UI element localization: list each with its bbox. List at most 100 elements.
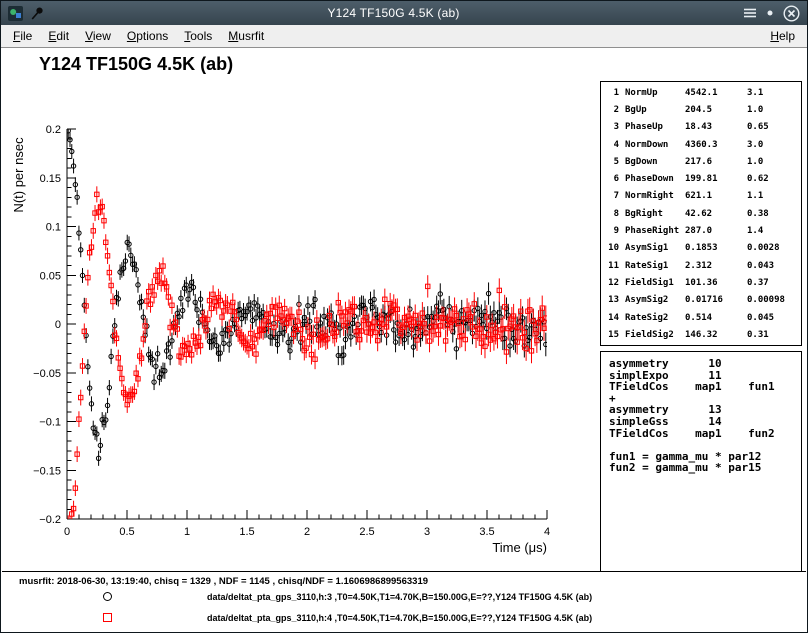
svg-text:0.15: 0.15 [40, 173, 61, 185]
param-name: AsymSig2 [625, 295, 685, 305]
window-menu-icon[interactable] [743, 7, 757, 19]
param-no: 3 [605, 122, 619, 132]
param-no: 4 [605, 140, 619, 150]
param-no: 1 [605, 88, 619, 98]
param-error: 0.62 [747, 174, 801, 184]
param-value: 204.5 [685, 105, 747, 115]
parameter-row: 2BgUp204.51.0 [605, 101, 801, 118]
app-icon[interactable] [8, 6, 23, 21]
param-value: 0.01716 [685, 295, 747, 305]
svg-text:0.2: 0.2 [46, 124, 61, 136]
param-value: 217.6 [685, 157, 747, 167]
minimize-button[interactable] [766, 9, 774, 17]
legend-row: data/deltat_pta_gps_3110,h:4 ,T0=4.50K,T… [2, 609, 806, 627]
svg-text:−0.15: −0.15 [33, 465, 61, 477]
param-no: 12 [605, 278, 619, 288]
svg-text:0: 0 [64, 526, 70, 538]
parameter-row: 3PhaseUp18.430.65 [605, 119, 801, 136]
square-marker-icon [103, 613, 112, 622]
fit-stats: musrfit: 2018-06-30, 13:19:40, chisq = 1… [19, 576, 428, 587]
param-value: 42.62 [685, 209, 747, 219]
menu-item-help[interactable]: Help [762, 26, 803, 46]
parameter-row: 13 AsymSig20.017160.00098 [605, 292, 801, 309]
param-error: 0.00098 [747, 295, 801, 305]
parameter-row: 11RateSig12.3120.043 [605, 257, 801, 274]
svg-text:0.1: 0.1 [46, 222, 61, 234]
param-value: 146.32 [685, 330, 747, 340]
param-value: 2.312 [685, 261, 747, 271]
param-no: 15 [605, 330, 619, 340]
param-error: 1.0 [747, 157, 801, 167]
param-name: RateSig2 [625, 313, 685, 323]
param-error: 0.65 [747, 122, 801, 132]
circle-marker-icon [103, 592, 112, 601]
param-no: 6 [605, 174, 619, 184]
parameter-row: 10AsymSig10.18530.0028 [605, 240, 801, 257]
param-name: NormUp [625, 88, 685, 98]
close-button[interactable] [783, 5, 800, 22]
param-no: 7 [605, 191, 619, 201]
svg-text:0.5: 0.5 [119, 526, 134, 538]
window-title: Y124 TF150G 4.5K (ab) [51, 6, 736, 20]
menu-item-options[interactable]: Options [119, 26, 176, 46]
menubar: FileEditViewOptionsToolsMusrfit Help [1, 25, 807, 48]
menu-item-musrfit[interactable]: Musrfit [220, 26, 272, 46]
svg-text:3.5: 3.5 [479, 526, 494, 538]
svg-text:1: 1 [184, 526, 190, 538]
parameter-row: 9PhaseRight287.01.4 [605, 222, 801, 239]
param-name: BgDown [625, 157, 685, 167]
param-error: 0.043 [747, 261, 801, 271]
param-error: 3.1 [747, 88, 801, 98]
param-no: 10 [605, 243, 619, 253]
param-name: BgUp [625, 105, 685, 115]
param-name: PhaseDown [625, 174, 685, 184]
pin-icon[interactable] [30, 6, 44, 21]
param-error: 1.4 [747, 226, 801, 236]
menu-item-file[interactable]: File [5, 26, 40, 46]
parameter-row: 8 BgRight42.620.38 [605, 205, 801, 222]
parameter-row: 6 PhaseDown199.810.62 [605, 170, 801, 187]
svg-text:−0.1: −0.1 [39, 417, 61, 429]
param-name: FieldSig2 [625, 330, 685, 340]
param-value: 0.1853 [685, 243, 747, 253]
parameter-row: 4NormDown4360.33.0 [605, 136, 801, 153]
param-no: 11 [605, 261, 619, 271]
svg-text:−0.05: −0.05 [33, 368, 61, 380]
param-error: 0.31 [747, 330, 801, 340]
titlebar[interactable]: Y124 TF150G 4.5K (ab) [1, 1, 807, 25]
musrview-window: Y124 TF150G 4.5K (ab) FileEditViewOption… [0, 0, 808, 633]
svg-text:0.05: 0.05 [40, 270, 61, 282]
menu-item-tools[interactable]: Tools [176, 26, 220, 46]
param-error: 0.37 [747, 278, 801, 288]
param-value: 287.0 [685, 226, 747, 236]
menu-item-view[interactable]: View [77, 26, 119, 46]
param-name: PhaseRight [625, 226, 685, 236]
param-no: 8 [605, 209, 619, 219]
param-error: 3.0 [747, 140, 801, 150]
param-value: 18.43 [685, 122, 747, 132]
param-value: 199.81 [685, 174, 747, 184]
svg-text:1.5: 1.5 [239, 526, 254, 538]
param-name: BgRight [625, 209, 685, 219]
param-no: 5 [605, 157, 619, 167]
parameter-row: 15 FieldSig2146.320.31 [605, 326, 801, 343]
param-error: 0.045 [747, 313, 801, 323]
param-value: 4360.3 [685, 140, 747, 150]
x-axis-title: Time (μs) [492, 540, 547, 555]
legend-label: data/deltat_pta_gps_3110,h:3 ,T0=4.50K,T… [207, 588, 592, 606]
parameter-table: 1NormUp4542.13.12BgUp204.51.03PhaseUp18.… [600, 81, 802, 346]
param-no: 14 [605, 313, 619, 323]
param-error: 0.38 [747, 209, 801, 219]
param-name: FieldSig1 [625, 278, 685, 288]
canvas-area: Y124 TF150G 4.5K (ab) −0.2−0.15−0.1−0.05… [2, 49, 806, 573]
param-value: 621.1 [685, 191, 747, 201]
parameter-row: 12FieldSig1101.360.37 [605, 274, 801, 291]
series-squares [66, 186, 548, 531]
param-name: AsymSig1 [625, 243, 685, 253]
legend-label: data/deltat_pta_gps_3110,h:4 ,T0=4.50K,T… [207, 609, 592, 627]
legend-row: data/deltat_pta_gps_3110,h:3 ,T0=4.50K,T… [2, 588, 806, 606]
param-no: 13 [605, 295, 619, 305]
svg-text:2: 2 [304, 526, 310, 538]
menu-item-edit[interactable]: Edit [40, 26, 77, 46]
plot-canvas[interactable]: −0.2−0.15−0.1−0.0500.050.10.150.200.511.… [2, 49, 597, 573]
